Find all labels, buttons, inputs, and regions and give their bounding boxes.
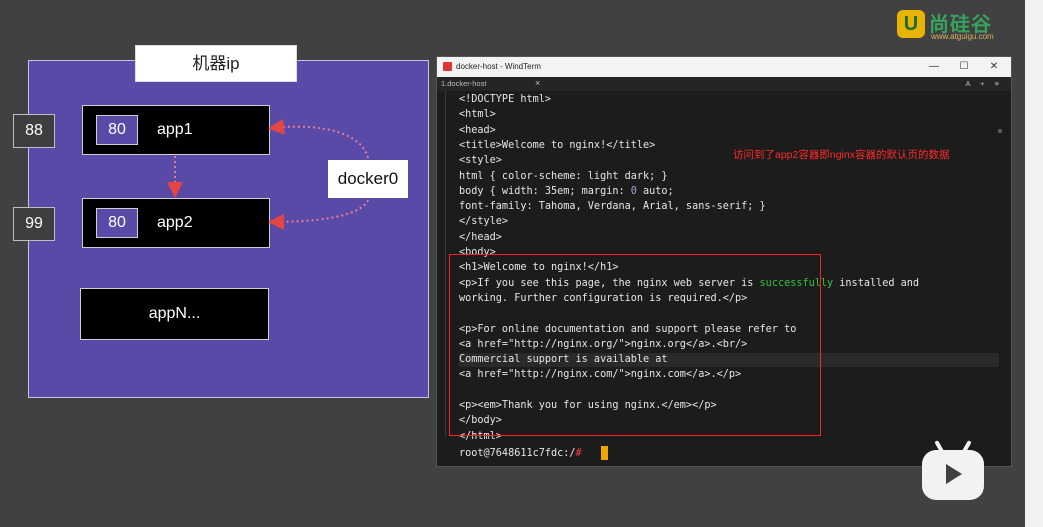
- tab-docker-host[interactable]: 1.docker-host: [441, 79, 486, 88]
- tab-close-icon[interactable]: ×: [535, 78, 540, 88]
- terminal-line: <style>: [459, 155, 502, 167]
- shell-prompt: root@7648611c7fdc:/#: [459, 447, 582, 461]
- side-strip: [1025, 0, 1043, 527]
- scrollbar-thumb[interactable]: [998, 129, 1002, 133]
- numeric-token: 0: [630, 185, 637, 197]
- terminal-line: <!DOCTYPE html>: [459, 94, 552, 105]
- brand-url: www.atguigu.com: [931, 32, 994, 41]
- terminal-line: </style>: [459, 216, 509, 228]
- terminal-tabbar: 1.docker-host × A + ≡: [437, 77, 1011, 91]
- terminal-line: html { color-scheme: light dark; }: [459, 170, 668, 182]
- close-button[interactable]: ✕: [983, 59, 1005, 75]
- windterm-app-icon: [443, 62, 452, 71]
- terminal-line: body { width: 35em; margin: 0 auto;: [459, 185, 674, 197]
- docker0-to-app2-arrow: [268, 199, 369, 230]
- connection-arrows: [167, 118, 369, 230]
- annotation-text: 访问到了app2容器即nginx容器的默认页的数据: [733, 149, 950, 161]
- highlight-frame: [449, 254, 821, 436]
- terminal-line: <head>: [459, 124, 496, 136]
- maximize-button[interactable]: ☐: [953, 59, 975, 75]
- brand-logo: U 尚硅谷 www.atguigu.com: [897, 8, 1019, 44]
- terminal-titlebar[interactable]: docker-host - WindTerm — ☐ ✕: [437, 57, 1011, 77]
- minimize-button[interactable]: —: [923, 59, 945, 75]
- terminal-line: font-family: Tahoma, Verdana, Arial, san…: [459, 201, 766, 213]
- prompt-symbol: #: [575, 448, 582, 459]
- terminal-gutter: [445, 91, 446, 437]
- bilibili-logo-icon: [922, 440, 986, 502]
- tab-tools[interactable]: A + ≡: [965, 79, 1003, 88]
- text-cursor: [601, 446, 608, 460]
- terminal-line: </head>: [459, 231, 502, 243]
- docker0-to-app1-arrow: [268, 118, 369, 159]
- terminal-line: <html>: [459, 109, 496, 121]
- prompt-user: root@7648611c7fdc:/: [459, 448, 576, 459]
- terminal-title: docker-host - WindTerm: [456, 62, 541, 71]
- appN-name: appN...: [148, 305, 201, 322]
- brand-logo-icon: U: [897, 10, 925, 38]
- terminal-line: <title>Welcome to nginx!</title>: [459, 139, 656, 151]
